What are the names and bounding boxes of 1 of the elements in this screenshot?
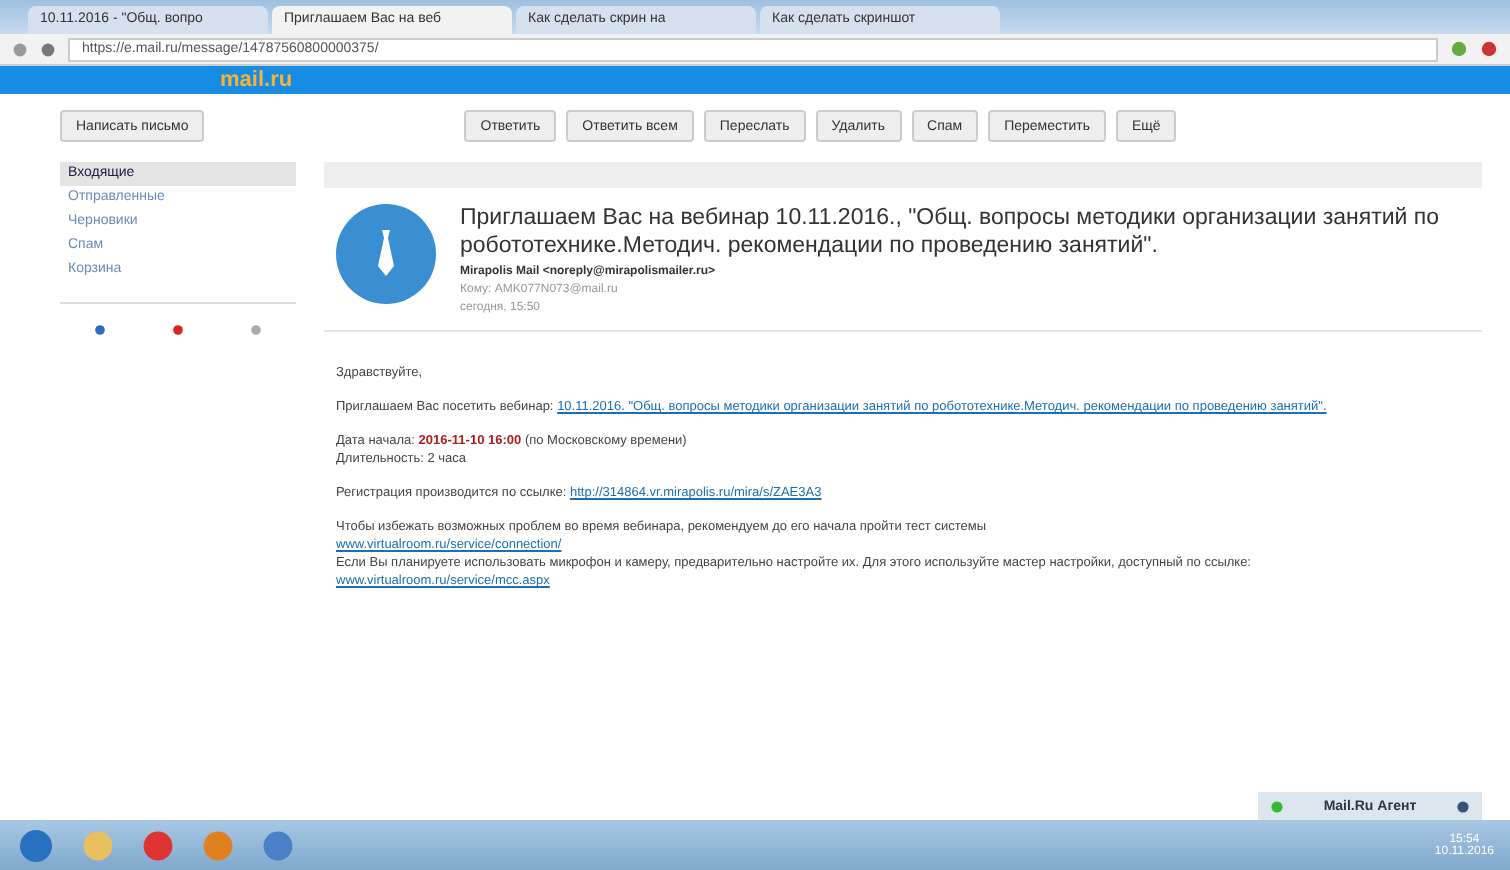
message-subject: Приглашаем Вас на вебинар 10.11.2016., "Общ. вопросы методики организации занятий по робототехнике.Методич. рекомендации по проведению занятий". <box>460 204 1442 260</box>
